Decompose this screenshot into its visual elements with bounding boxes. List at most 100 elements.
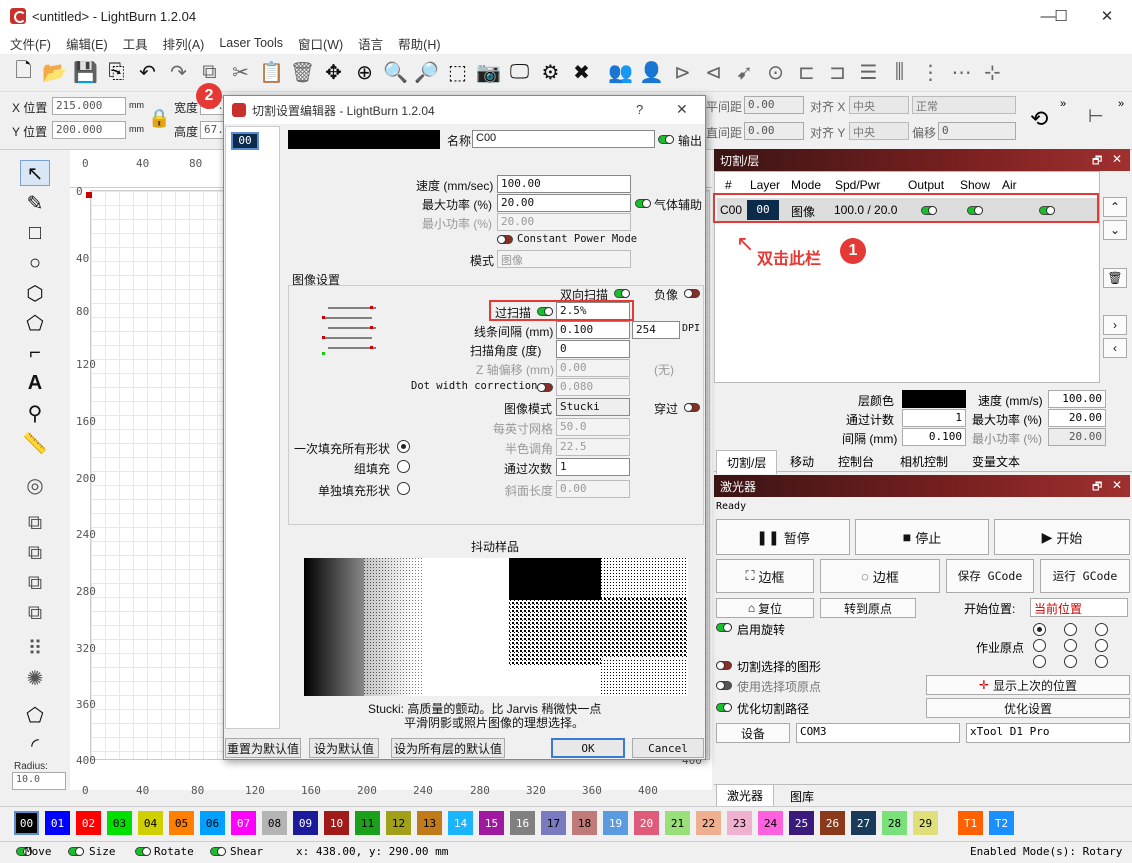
palette-swatch-15[interactable]: 15 <box>479 811 504 835</box>
palette-swatch-13[interactable]: 13 <box>417 811 442 835</box>
origin-radio-bc[interactable] <box>1064 655 1077 668</box>
select-tool-icon[interactable]: ↖ <box>20 160 50 186</box>
palette-swatch-20[interactable]: 20 <box>634 811 659 835</box>
close-button[interactable]: ✕ <box>1084 0 1130 32</box>
layer-chip[interactable]: 00 <box>231 132 259 150</box>
corner-icon[interactable]: ⬠ <box>20 702 50 728</box>
palette-swatch-28[interactable]: 28 <box>882 811 907 835</box>
layer-color-swatch[interactable] <box>902 390 966 408</box>
delete-layer-icon[interactable]: 🗑 <box>1103 268 1127 288</box>
origin-radio-mr[interactable] <box>1095 639 1108 652</box>
negative-toggle[interactable] <box>684 289 700 298</box>
cuts-passes-input[interactable]: 1 <box>902 409 966 427</box>
menu-language[interactable]: 语言 <box>352 34 389 53</box>
frame-icon[interactable]: ⌐ <box>20 340 50 366</box>
distribute-h-icon[interactable]: ⋮ <box>917 59 944 87</box>
save-gcode-button[interactable]: 保存 GCode <box>946 559 1034 593</box>
use-selection-origin-toggle[interactable] <box>716 681 732 690</box>
palette-swatch-07[interactable]: 07 <box>231 811 256 835</box>
optimize-settings-button[interactable]: 优化设置 <box>926 698 1130 718</box>
shear-toggle[interactable] <box>210 847 226 856</box>
speed-input[interactable]: 100.00 <box>497 175 631 193</box>
rotate-toggle[interactable] <box>135 847 151 856</box>
tab-variable-text[interactable]: 变量文本 <box>966 453 1026 470</box>
scan-angle-input[interactable]: 0 <box>556 340 630 358</box>
origin-radio-ml[interactable] <box>1033 639 1046 652</box>
start-button[interactable]: ▶ 开始 <box>994 519 1130 555</box>
reset-default-button[interactable]: 重置为默认值 <box>225 738 301 758</box>
float-icon[interactable]: 🗗 <box>1092 152 1102 171</box>
paste-icon[interactable]: 📋 <box>258 59 285 87</box>
pass-through-toggle[interactable] <box>684 403 700 412</box>
edit-nodes-icon[interactable]: ✎ <box>20 190 50 216</box>
device-select[interactable]: xTool D1 Pro <box>966 723 1130 743</box>
min-power-input[interactable]: 20.00 <box>497 213 631 231</box>
import-icon[interactable]: ⎘ <box>103 59 130 87</box>
settings-icon[interactable]: ⚙ <box>537 59 564 87</box>
open-folder-icon[interactable]: 📂 <box>41 59 68 87</box>
move-down-icon[interactable]: ⌄ <box>1103 220 1127 240</box>
menu-help[interactable]: 帮助(H) <box>392 34 446 53</box>
move-up-icon[interactable]: ⌃ <box>1103 197 1127 217</box>
cuts-maxpower-input[interactable]: 20.00 <box>1048 409 1106 427</box>
menu-tools[interactable]: 工具 <box>117 34 154 53</box>
help-button[interactable]: ? <box>636 102 643 117</box>
dot-width-toggle[interactable] <box>537 383 553 392</box>
palette-swatch-02[interactable]: 02 <box>76 811 101 835</box>
frame-button[interactable]: ⛶ 边框 <box>716 559 814 593</box>
cuts-minpower-input[interactable]: 20.00 <box>1048 428 1106 446</box>
vspace-input[interactable]: 0.00 <box>744 122 804 140</box>
align-y-select[interactable]: 中央 <box>849 122 909 140</box>
palette-swatch-10[interactable]: 10 <box>324 811 349 835</box>
name-input[interactable]: C00 <box>472 130 655 148</box>
palette-swatch-T2[interactable]: T2 <box>989 811 1014 835</box>
flip-vertical-icon[interactable]: ⊲ <box>700 59 727 87</box>
palette-swatch-T1[interactable]: T1 <box>958 811 983 835</box>
rotary-toggle[interactable] <box>716 623 732 632</box>
boolean-subtract-icon[interactable]: ⧉ <box>20 570 50 596</box>
palette-swatch-14[interactable]: 14 <box>448 811 473 835</box>
menu-arrange[interactable]: 排列(A) <box>157 34 211 53</box>
text-icon[interactable]: A <box>20 370 50 396</box>
frame-circle-button[interactable]: ◌ 边框 <box>820 559 940 593</box>
move-together-icon[interactable]: ⊹ <box>979 59 1006 87</box>
palette-swatch-29[interactable]: 29 <box>913 811 938 835</box>
dialog-close-button[interactable]: ✕ <box>676 101 688 118</box>
lock-icon[interactable]: 🔒 <box>148 108 170 130</box>
fill-single-radio[interactable] <box>397 482 410 495</box>
lpi-input[interactable]: 50.0 <box>556 418 630 436</box>
redo-icon[interactable]: ↷ <box>165 59 192 87</box>
cancel-button[interactable]: Cancel <box>632 738 704 758</box>
camera-icon[interactable]: 📷 <box>475 59 502 87</box>
panel-close-icon[interactable]: ✕ <box>1112 478 1122 492</box>
polygon-icon[interactable]: ⬡ <box>20 280 50 306</box>
palette-swatch-17[interactable]: 17 <box>541 811 566 835</box>
home-button[interactable]: ⌂ 复位 <box>716 598 814 618</box>
set-default-button[interactable]: 设为默认值 <box>309 738 379 758</box>
palette-swatch-00[interactable]: 00 <box>14 811 39 835</box>
fill-group-radio[interactable] <box>397 460 410 473</box>
distribute-v-icon[interactable]: ⋯ <box>948 59 975 87</box>
ramp-length-input[interactable]: 0.00 <box>556 480 630 498</box>
set-all-default-button[interactable]: 设为所有层的默认值 <box>391 738 505 758</box>
palette-swatch-08[interactable]: 08 <box>262 811 287 835</box>
stop-button[interactable]: ■ 停止 <box>855 519 989 555</box>
move-icon[interactable]: ✥ <box>320 59 347 87</box>
cuts-speed-input[interactable]: 100.00 <box>1048 390 1106 408</box>
output-toggle[interactable] <box>658 135 674 144</box>
palette-swatch-01[interactable]: 01 <box>45 811 70 835</box>
palette-swatch-26[interactable]: 26 <box>820 811 845 835</box>
mode-select[interactable]: 正常 <box>912 96 1016 114</box>
palette-swatch-12[interactable]: 12 <box>386 811 411 835</box>
image-mode-select[interactable]: Stucki <box>556 398 630 416</box>
palette-swatch-05[interactable]: 05 <box>169 811 194 835</box>
line-interval-input[interactable]: 0.100 <box>556 321 630 339</box>
rectangle-icon[interactable]: □ <box>20 220 50 246</box>
menu-window[interactable]: 窗口(W) <box>292 34 349 53</box>
grid-array-icon[interactable]: ⠿ <box>20 635 50 661</box>
origin-radio-mc[interactable] <box>1064 639 1077 652</box>
palette-swatch-22[interactable]: 22 <box>696 811 721 835</box>
cut-selected-toggle[interactable] <box>716 661 732 670</box>
radius-input[interactable]: 10.0 <box>12 772 66 790</box>
z-offset-input[interactable]: 0.00 <box>556 359 630 377</box>
